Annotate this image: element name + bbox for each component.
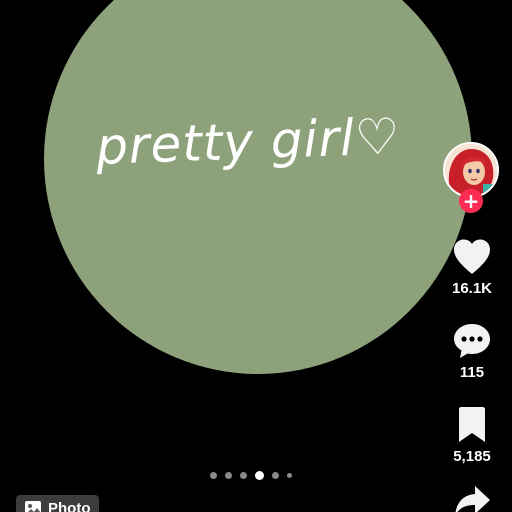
- comment-bubble-icon[interactable]: [452, 322, 492, 360]
- carousel-dot[interactable]: [210, 471, 217, 479]
- bookmark-count: 5,185: [453, 448, 491, 465]
- share-action[interactable]: [440, 484, 504, 512]
- photo-tag-label: Photo: [48, 499, 91, 512]
- carousel-dot[interactable]: [240, 471, 247, 479]
- carousel-page-indicator: [210, 470, 292, 480]
- bookmark-action[interactable]: 5,185: [440, 406, 504, 465]
- like-count: 16.1K: [451, 280, 493, 297]
- heart-icon[interactable]: [452, 238, 492, 276]
- comment-count: 115: [459, 364, 485, 381]
- follow-button[interactable]: +: [459, 189, 483, 213]
- carousel-dot-active[interactable]: [255, 470, 264, 480]
- photo-caption-text: pretty girl♡: [95, 107, 402, 176]
- like-action[interactable]: 16.1K: [440, 238, 504, 297]
- carousel-dot[interactable]: [225, 471, 232, 479]
- carousel-dot[interactable]: [272, 471, 279, 479]
- photo-icon: [25, 501, 41, 512]
- share-arrow-icon[interactable]: [452, 484, 492, 512]
- carousel-dot[interactable]: [287, 472, 292, 478]
- photo-mode-tag[interactable]: Photo: [16, 495, 99, 512]
- comment-action[interactable]: 115: [440, 322, 504, 381]
- bookmark-icon[interactable]: [452, 406, 492, 444]
- photo-slide[interactable]: [44, 0, 472, 374]
- tiktok-photo-post-screen: pretty girl♡ + 16.1K 115 5,185 Photo: [0, 0, 512, 512]
